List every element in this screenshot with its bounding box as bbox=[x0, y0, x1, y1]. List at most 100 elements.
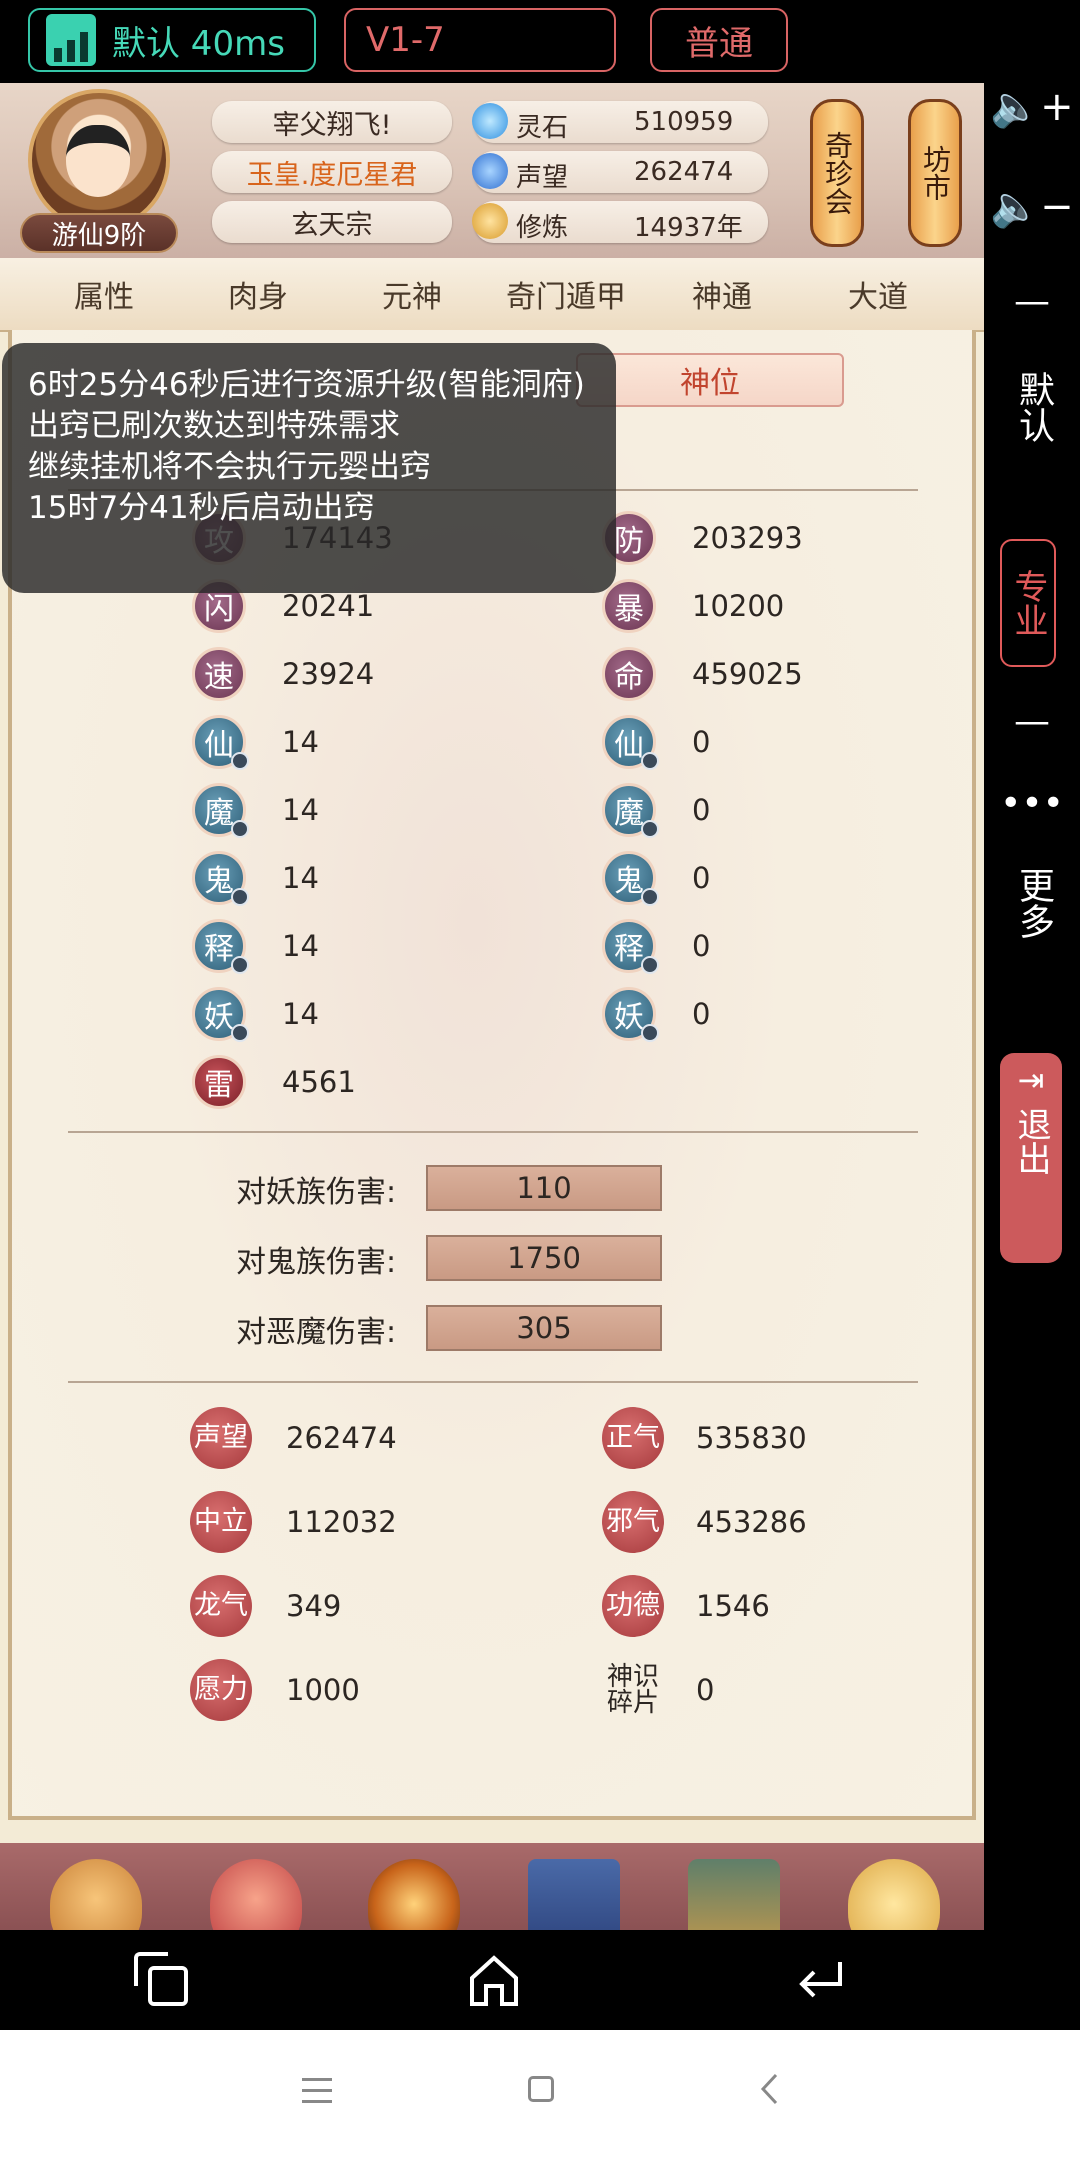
latency-button[interactable]: 默认 40ms bbox=[28, 8, 316, 72]
immortal-attack-icon: 仙 bbox=[192, 715, 249, 770]
more-button[interactable]: 更多 bbox=[1006, 867, 1060, 939]
nav-cultivate[interactable]: 修炼 bbox=[30, 1851, 160, 1930]
damage-label-demon: 对恶魔伤害: bbox=[236, 1315, 397, 1350]
demon-defense-icon: 魔 bbox=[602, 783, 659, 838]
version-button[interactable]: V1-7 bbox=[344, 8, 616, 72]
tab-great-dao[interactable]: 大道 bbox=[848, 272, 908, 316]
nav-storage[interactable]: 储物 bbox=[190, 1851, 320, 1930]
control-rail: 🔈+ 🔈− — 默认 专业 — ••• 更多 ⇥ 退出 bbox=[984, 83, 1080, 1930]
damage-label-monster: 对妖族伤害: bbox=[236, 1175, 397, 1210]
treasure-fair-lantern[interactable]: 奇珍会 bbox=[810, 99, 864, 247]
market-lantern[interactable]: 坊市 bbox=[908, 99, 962, 247]
home-icon[interactable] bbox=[466, 1952, 522, 2008]
evasion-value: 20241 bbox=[282, 589, 375, 623]
damage-label-ghost: 对鬼族伤害: bbox=[236, 1245, 397, 1280]
home-square-icon[interactable] bbox=[528, 2076, 554, 2102]
damage-value-monster: 110 bbox=[426, 1165, 662, 1211]
exit-button[interactable]: ⇥ 退出 bbox=[1000, 1053, 1062, 1263]
ghost-defense-icon: 鬼 bbox=[602, 851, 659, 906]
game-viewport: 游仙9阶 宰父翔飞! 玉皇.度厄星君 玄天宗 灵石 510959 声望 2624… bbox=[0, 83, 984, 1930]
soul-shard-value: 0 bbox=[696, 1673, 715, 1707]
game-bottom-nav: 修炼 储物 灵根 功法 洞府 仙缘 bbox=[0, 1843, 984, 1930]
subtab-divine-rank[interactable]: 神位 bbox=[576, 353, 844, 407]
device-nav-bar bbox=[0, 1930, 1080, 2030]
monster-defense-icon: 妖 bbox=[602, 987, 659, 1042]
hp-icon: 命 bbox=[602, 647, 656, 701]
gourd-icon bbox=[848, 1859, 940, 1930]
cultivate-icon bbox=[50, 1859, 142, 1930]
wish-power-value: 1000 bbox=[286, 1673, 360, 1707]
righteous-value: 535830 bbox=[696, 1421, 807, 1455]
soul-shard-label: 神识碎片 bbox=[606, 1662, 659, 1718]
tab-qimen[interactable]: 奇门遁甲 bbox=[506, 272, 626, 316]
rank-badge: 游仙9阶 bbox=[20, 213, 178, 253]
auto-task-notice: 6时25分46秒后进行资源升级(智能洞府) 出窍已刷次数达到特殊需求 继续挂机将… bbox=[2, 343, 616, 593]
merit-value: 1546 bbox=[696, 1589, 770, 1623]
ghost-attack-icon: 鬼 bbox=[192, 851, 249, 906]
resource-cultivation: 修炼 14937年 bbox=[472, 201, 768, 243]
volume-up-icon[interactable]: 🔈+ bbox=[984, 83, 1080, 130]
speed-value: 23924 bbox=[282, 657, 375, 691]
spirit-root-icon bbox=[368, 1859, 460, 1930]
rail-separator: — bbox=[1014, 281, 1050, 322]
preset-default[interactable]: 默认 bbox=[1006, 371, 1060, 443]
menu-icon[interactable] bbox=[302, 2078, 332, 2104]
book-icon bbox=[528, 1859, 620, 1930]
crit-value: 10200 bbox=[692, 589, 785, 623]
tab-attributes[interactable]: 属性 bbox=[74, 272, 134, 316]
ghost-defense-value: 0 bbox=[692, 861, 711, 895]
latency-label: 默认 40ms bbox=[112, 23, 285, 64]
nav-cave[interactable]: 洞府 bbox=[668, 1851, 798, 1930]
wish-power-icon: 愿力 bbox=[190, 1659, 252, 1721]
righteous-icon: 正气 bbox=[602, 1407, 664, 1469]
status-toolbar: 默认 40ms V1-7 普通 bbox=[0, 0, 1080, 83]
resource-spirit-stone: 灵石 510959 bbox=[472, 101, 768, 143]
damage-value-ghost: 1750 bbox=[426, 1235, 662, 1281]
player-title: 玉皇.度厄星君 bbox=[212, 151, 452, 193]
player-avatar[interactable] bbox=[28, 89, 170, 231]
more-dots-icon[interactable]: ••• bbox=[984, 783, 1080, 824]
notice-line: 6时25分46秒后进行资源升级(智能洞府) bbox=[28, 367, 585, 403]
tab-spirit[interactable]: 元神 bbox=[382, 272, 442, 316]
damage-value-demon: 305 bbox=[426, 1305, 662, 1351]
crystal-icon bbox=[472, 103, 508, 139]
reputation-value: 262474 bbox=[286, 1421, 397, 1455]
avatar-face-icon bbox=[66, 125, 130, 197]
recents-icon[interactable] bbox=[134, 1952, 190, 2008]
monster-attack-value: 14 bbox=[282, 997, 319, 1031]
nav-spirit-root[interactable]: 灵根 bbox=[348, 1851, 478, 1930]
evil-icon: 邪气 bbox=[602, 1491, 664, 1553]
ghost-attack-value: 14 bbox=[282, 861, 319, 895]
neutral-icon: 中立 bbox=[190, 1491, 252, 1553]
player-sect: 玄天宗 bbox=[212, 201, 452, 243]
buddha-attack-value: 14 bbox=[282, 929, 319, 963]
cave-dwelling-icon bbox=[688, 1859, 780, 1930]
demon-defense-value: 0 bbox=[692, 793, 711, 827]
notice-line: 继续挂机将不会执行元婴出窍 bbox=[28, 449, 431, 485]
crit-icon: 暴 bbox=[602, 579, 656, 633]
thunder-icon: 雷 bbox=[192, 1055, 246, 1109]
tab-divine-power[interactable]: 神通 bbox=[692, 272, 752, 316]
back-chevron-icon[interactable] bbox=[758, 2072, 780, 2106]
speed-icon: 速 bbox=[192, 647, 246, 701]
feather-icon bbox=[472, 153, 508, 189]
resource-reputation: 声望 262474 bbox=[472, 151, 768, 193]
reputation-icon: 声望 bbox=[190, 1407, 252, 1469]
exit-icon: ⇥ bbox=[1017, 1061, 1045, 1099]
attribute-tabs: 属性 肉身 元神 奇门遁甲 神通 大道 bbox=[0, 258, 984, 332]
version-label: V1-7 bbox=[366, 20, 445, 60]
nav-fate[interactable]: 仙缘 bbox=[828, 1851, 958, 1930]
pro-mode-button[interactable]: 专业 bbox=[1000, 539, 1056, 667]
notice-line: 出窍已刷次数达到特殊需求 bbox=[28, 408, 400, 444]
demon-attack-icon: 魔 bbox=[192, 783, 249, 838]
nav-techniques[interactable]: 功法 bbox=[508, 1851, 638, 1930]
back-arrow-icon[interactable] bbox=[792, 1952, 848, 2008]
hp-value: 459025 bbox=[692, 657, 803, 691]
volume-down-icon[interactable]: 🔈− bbox=[984, 183, 1080, 230]
rail-separator: — bbox=[1014, 701, 1050, 742]
divider bbox=[68, 1131, 918, 1133]
tab-body[interactable]: 肉身 bbox=[228, 272, 288, 316]
signal-bars-icon bbox=[46, 14, 96, 66]
mode-button[interactable]: 普通 bbox=[650, 8, 788, 72]
dragon-qi-icon: 龙气 bbox=[190, 1575, 252, 1637]
